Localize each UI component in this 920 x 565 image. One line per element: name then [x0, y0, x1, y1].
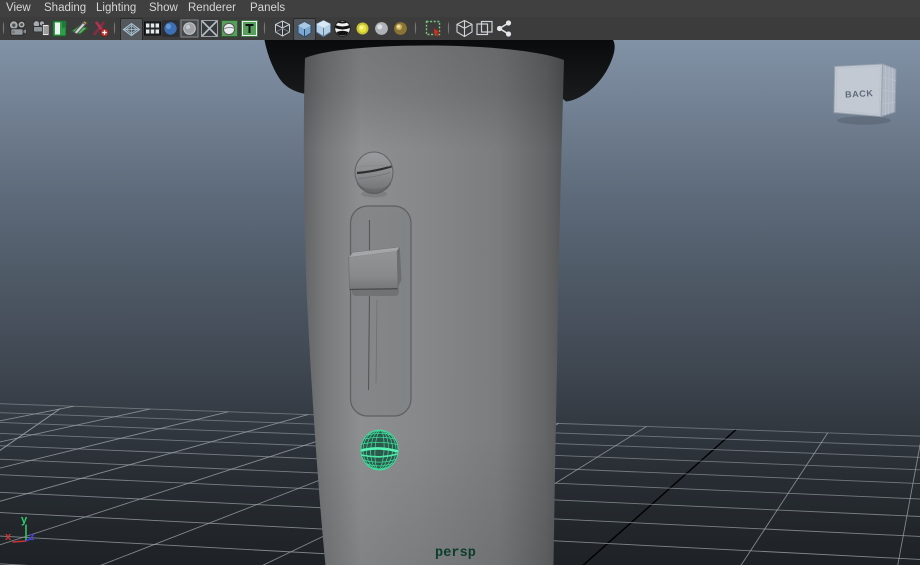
svg-text:BACK: BACK	[845, 88, 874, 99]
svg-text:x: x	[5, 531, 12, 543]
svg-text:z: z	[29, 531, 35, 543]
svg-text:y: y	[21, 514, 28, 526]
svg-text:persp: persp	[435, 546, 476, 561]
